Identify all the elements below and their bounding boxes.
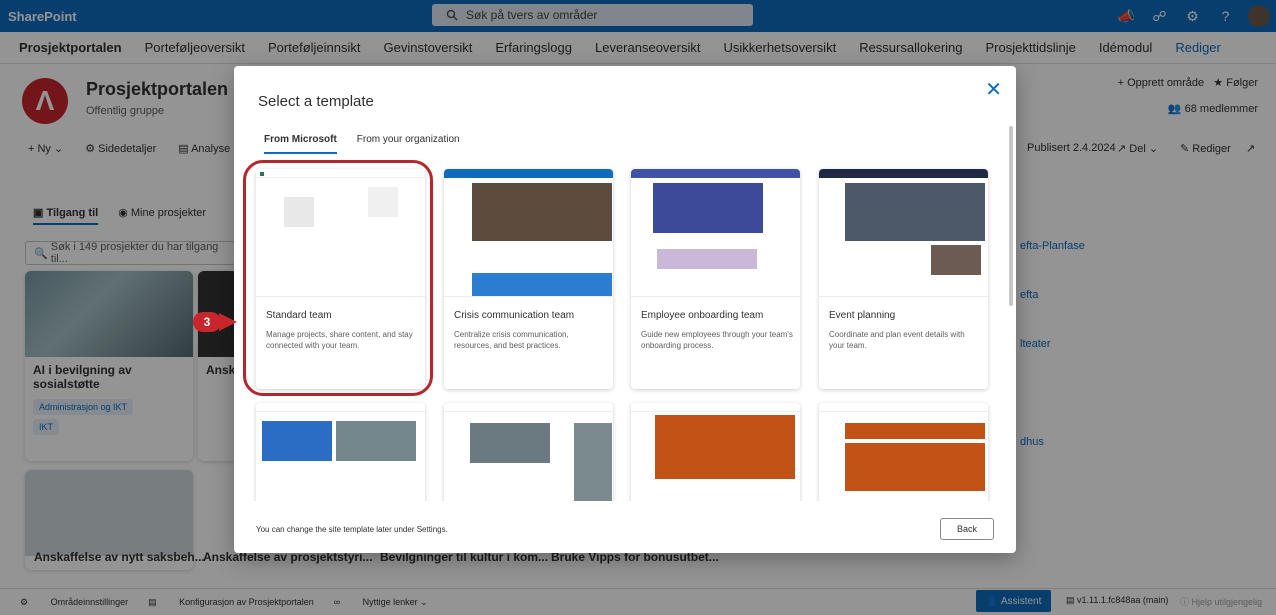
template-card-event-planning[interactable]: Event planning Coordinate and plan event… — [819, 169, 988, 389]
step-marker-arrow — [219, 313, 237, 331]
template-description: Coordinate and plan event details with y… — [829, 330, 965, 350]
template-preview — [819, 169, 988, 297]
template-card[interactable] — [444, 403, 613, 501]
template-card[interactable] — [819, 403, 988, 501]
template-card-employee-onboarding[interactable]: Employee onboarding team Guide new emplo… — [631, 169, 800, 389]
highlight-circle — [243, 160, 433, 396]
template-name: Event planning — [829, 310, 896, 321]
dialog-title: Select a template — [258, 93, 374, 110]
template-card[interactable] — [256, 403, 425, 501]
template-preview — [819, 403, 988, 501]
template-preview — [256, 403, 425, 501]
template-preview — [631, 403, 800, 501]
back-button[interactable]: Back — [940, 518, 994, 540]
dialog-footnote: You can change the site template later u… — [256, 525, 448, 534]
tab-from-microsoft[interactable]: From Microsoft — [264, 134, 337, 154]
close-icon[interactable]: ✕ — [985, 77, 1002, 102]
template-card[interactable] — [631, 403, 800, 501]
template-description: Guide new employees through your team's … — [641, 330, 793, 350]
template-preview — [444, 169, 613, 297]
template-preview — [631, 169, 800, 297]
template-description: Centralize crisis communication, resourc… — [454, 330, 569, 350]
template-preview — [444, 403, 613, 501]
template-name: Employee onboarding team — [641, 310, 764, 321]
template-tabs: From Microsoft From your organization — [264, 134, 460, 154]
gallery-scrollbar[interactable] — [1009, 126, 1013, 306]
template-name: Crisis communication team — [454, 310, 575, 321]
template-card-crisis-communication[interactable]: Crisis communication team Centralize cri… — [444, 169, 613, 389]
step-marker: 3 — [193, 312, 221, 332]
tab-from-organization[interactable]: From your organization — [357, 134, 460, 154]
